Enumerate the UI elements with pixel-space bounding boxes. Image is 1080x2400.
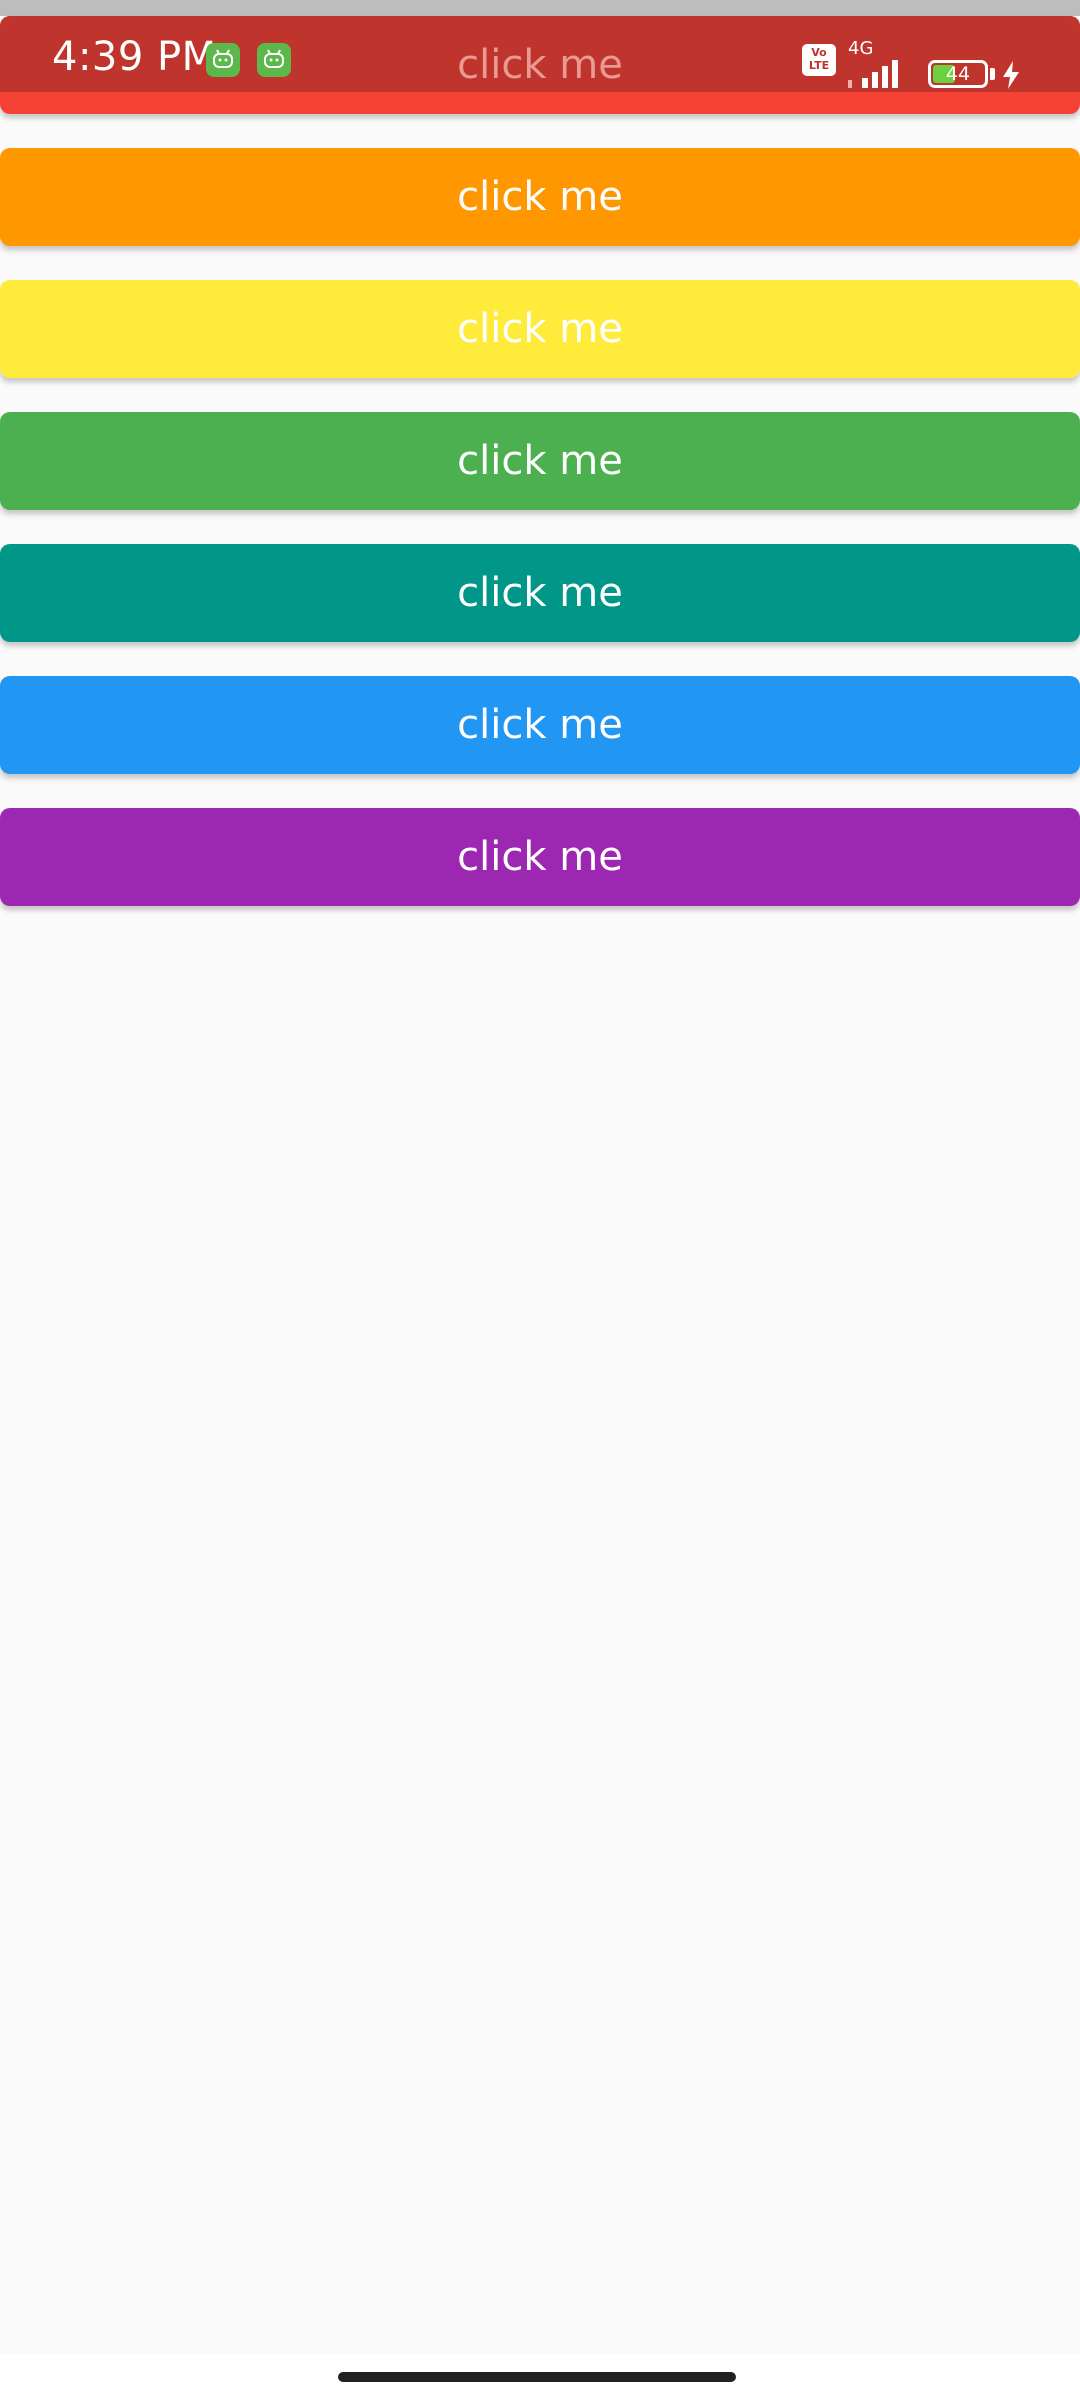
button-purple[interactable]: click me	[0, 808, 1080, 906]
volte-icon: Vo LTE	[802, 44, 836, 76]
button-label: click me	[457, 438, 623, 484]
battery-icon: 44	[928, 60, 988, 88]
battery-tip	[990, 68, 995, 80]
battery-percent: 44	[945, 63, 971, 85]
button-blue[interactable]: click me	[0, 676, 1080, 774]
button-teal[interactable]: click me	[0, 544, 1080, 642]
button-green[interactable]: click me	[0, 412, 1080, 510]
status-bar: click me 4:39 PM Vo LTE 4G 44	[0, 16, 1080, 92]
button-orange[interactable]: click me	[0, 148, 1080, 246]
top-strip	[0, 0, 1080, 16]
button-label: click me	[457, 306, 623, 352]
status-time: 4:39 PM	[52, 34, 217, 80]
notification-app-icon	[257, 43, 291, 77]
app-screen: click me click me click me click me clic…	[0, 0, 1080, 2400]
button-label: click me	[457, 702, 623, 748]
home-indicator[interactable]	[338, 2372, 736, 2382]
button-label: click me	[457, 570, 623, 616]
button-yellow[interactable]: click me	[0, 280, 1080, 378]
charging-bolt-icon	[1003, 61, 1019, 89]
signal-icon	[848, 60, 898, 88]
notification-app-icon	[206, 43, 240, 77]
button-label: click me	[457, 174, 623, 220]
button-label: click me	[457, 834, 623, 880]
